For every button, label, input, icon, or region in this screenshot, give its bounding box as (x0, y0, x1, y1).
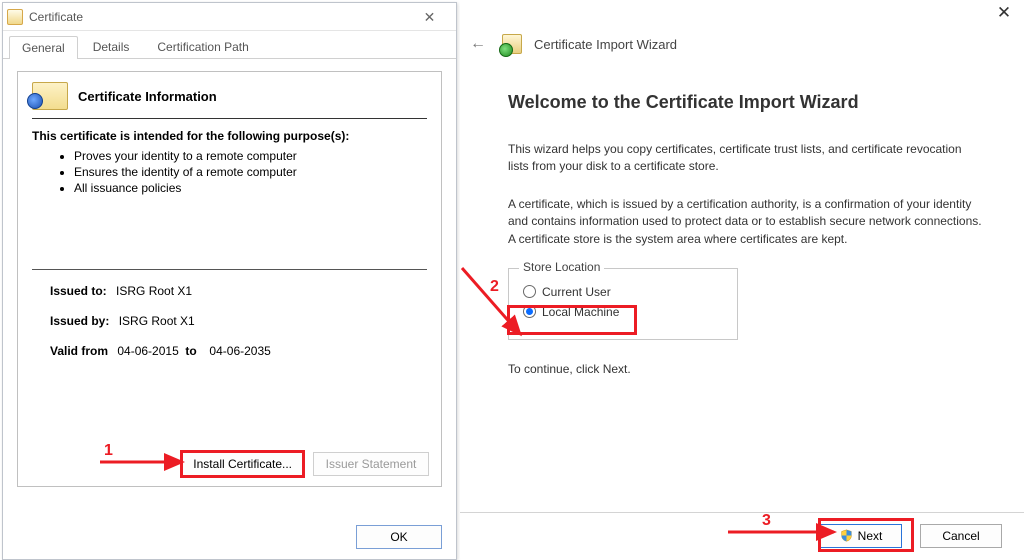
certificate-titlebar: Certificate ✕ (3, 3, 456, 31)
close-icon: ✕ (997, 3, 1011, 23)
close-button[interactable]: ✕ (407, 3, 452, 31)
issued-by-row: Issued by: ISRG Root X1 (50, 314, 427, 328)
certificate-icon (32, 82, 68, 110)
ok-row: OK (356, 525, 442, 549)
purpose-item: Ensures the identity of a remote compute… (74, 165, 427, 179)
radio-current-user-label: Current User (542, 285, 611, 299)
radio-local-machine[interactable]: Local Machine (523, 305, 723, 319)
tab-certification-path[interactable]: Certification Path (144, 35, 261, 58)
certificate-heading-row: Certificate Information (32, 82, 427, 119)
intended-label: This certificate is intended for the fol… (32, 129, 427, 143)
wizard-title: Welcome to the Certificate Import Wizard (508, 92, 984, 113)
certificate-body: Certificate Information This certificate… (17, 71, 442, 487)
certificate-heading: Certificate Information (78, 89, 217, 104)
ok-button[interactable]: OK (356, 525, 442, 549)
cert-button-row: Install Certificate... Issuer Statement (182, 452, 429, 476)
radio-local-machine-label: Local Machine (542, 305, 619, 319)
issued-by-value: ISRG Root X1 (119, 314, 195, 328)
back-arrow-icon[interactable]: ← (466, 32, 490, 56)
purpose-item: All issuance policies (74, 181, 427, 195)
continue-note: To continue, click Next. (508, 362, 984, 376)
certificate-wizard-icon (502, 34, 522, 54)
issued-to-row: Issued to: ISRG Root X1 (50, 284, 427, 298)
wizard-breadcrumb: Certificate Import Wizard (534, 37, 677, 52)
store-location-group: Store Location Current User Local Machin… (508, 268, 738, 340)
store-location-legend: Store Location (519, 260, 604, 274)
issuer-statement-button: Issuer Statement (313, 452, 429, 476)
purpose-item: Proves your identity to a remote compute… (74, 149, 427, 163)
valid-from-value: 04-06-2015 (117, 344, 178, 358)
valid-to-value: 04-06-2035 (209, 344, 270, 358)
wizard-header: ← Certificate Import Wizard (460, 0, 1024, 64)
divider (32, 269, 427, 270)
close-icon: ✕ (424, 10, 436, 24)
next-button[interactable]: Next (820, 524, 902, 548)
valid-from-label: Valid from (50, 344, 108, 358)
certificate-title-icon (7, 9, 23, 25)
radio-current-user[interactable]: Current User (523, 285, 723, 299)
wizard-paragraph-1: This wizard helps you copy certificates,… (508, 141, 984, 176)
issued-to-label: Issued to: (50, 284, 107, 298)
radio-icon (523, 285, 536, 298)
purposes-list: Proves your identity to a remote compute… (74, 149, 427, 195)
certificate-dialog: Certificate ✕ General Details Certificat… (2, 2, 457, 560)
install-certificate-button[interactable]: Install Certificate... (182, 452, 303, 476)
issued-by-label: Issued by: (50, 314, 109, 328)
next-button-label: Next (858, 529, 883, 543)
wizard-close-button[interactable]: ✕ (990, 2, 1018, 24)
wizard-paragraph-2: A certificate, which is issued by a cert… (508, 196, 984, 248)
tabstrip: General Details Certification Path (3, 35, 456, 59)
certificate-title: Certificate (29, 10, 407, 24)
valid-from-row: Valid from 04-06-2015 to 04-06-2035 (50, 344, 427, 358)
tab-details[interactable]: Details (80, 35, 143, 58)
radio-icon (523, 305, 536, 318)
tab-general[interactable]: General (9, 36, 78, 59)
wizard-footer: Next Cancel (460, 512, 1024, 558)
wizard-dialog: ✕ ← Certificate Import Wizard Welcome to… (460, 0, 1024, 558)
wizard-content: Welcome to the Certificate Import Wizard… (460, 64, 1024, 376)
cancel-button[interactable]: Cancel (920, 524, 1002, 548)
issued-to-value: ISRG Root X1 (116, 284, 192, 298)
uac-shield-icon (840, 529, 853, 542)
valid-to-label: to (185, 344, 196, 358)
